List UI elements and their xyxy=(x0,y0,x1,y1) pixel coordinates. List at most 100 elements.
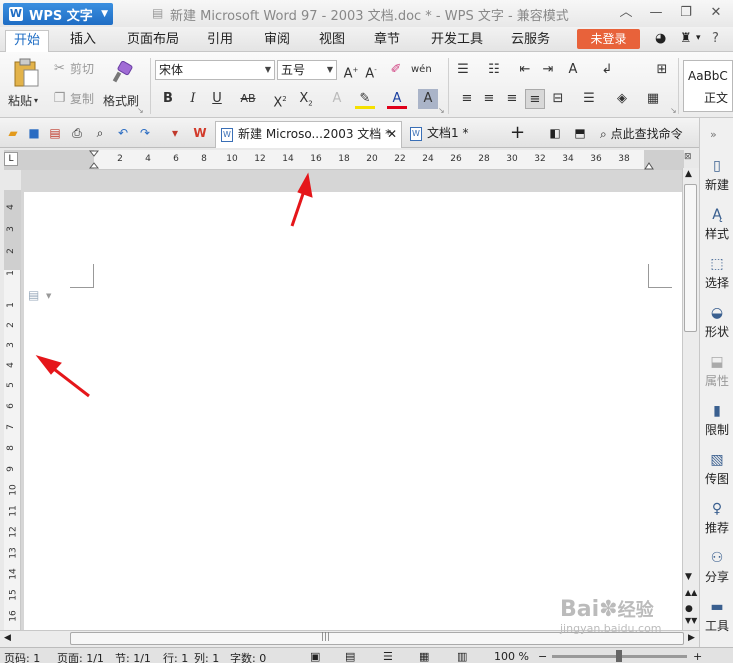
print-icon[interactable]: ⎙ xyxy=(70,126,84,140)
tab-insert[interactable]: 插入 xyxy=(62,30,104,52)
distributed-icon[interactable]: ⊟ xyxy=(548,89,568,109)
char-shading-icon[interactable]: A xyxy=(418,89,438,109)
style-gallery[interactable]: AaBbC 正文 xyxy=(683,60,733,112)
outline-view-icon[interactable]: ☰ xyxy=(383,650,393,663)
document-page[interactable]: ▤ ▼ xyxy=(24,192,682,630)
fullscreen-icon[interactable]: ⬒ xyxy=(573,126,587,140)
collapse-pane-icon[interactable]: » xyxy=(710,128,717,141)
wps-home-icon[interactable]: W xyxy=(193,126,207,140)
task-pane-item-6[interactable]: ▧ 传图 xyxy=(700,452,733,487)
increase-indent-icon[interactable]: ⇥ xyxy=(538,60,558,80)
right-indent-marker[interactable] xyxy=(644,160,654,170)
border-icon[interactable]: ▦ xyxy=(643,89,663,109)
task-pane-item-4[interactable]: ⬓ 属性 xyxy=(700,354,733,389)
tab-home[interactable]: 开始 xyxy=(5,30,50,52)
undo-icon[interactable]: ↶ xyxy=(116,126,130,140)
minimize-button[interactable]: — xyxy=(646,4,666,22)
underline-icon[interactable]: U xyxy=(207,89,227,109)
font-name-select[interactable]: 宋体 ▼ xyxy=(155,60,275,80)
split-view-icon[interactable]: ⊠ xyxy=(684,152,692,162)
paste-icon[interactable] xyxy=(8,56,44,90)
tshirt-icon[interactable]: ♜ xyxy=(680,31,692,46)
redo-icon[interactable]: ↷ xyxy=(138,126,152,140)
tab-review[interactable]: 审阅 xyxy=(256,30,298,52)
web-view-icon[interactable]: ▦ xyxy=(419,650,429,663)
tab-developer[interactable]: 开发工具 xyxy=(423,30,491,52)
text-effect-icon[interactable]: A xyxy=(327,89,347,109)
reading-view-icon[interactable]: ▥ xyxy=(457,650,467,663)
tab-references[interactable]: 引用 xyxy=(199,30,241,52)
dialog-launcher-icon[interactable]: ↘ xyxy=(438,106,445,115)
chinese-layout-icon[interactable]: A xyxy=(563,60,583,80)
tab-stop-selector[interactable]: L xyxy=(4,152,18,166)
task-pane-item-2[interactable]: ⬚ 选择 xyxy=(700,256,733,291)
highlight-icon[interactable]: ✎ xyxy=(355,89,375,109)
doc-tab[interactable]: W 文档1 * xyxy=(405,121,503,148)
superscript-icon[interactable]: X2 xyxy=(270,89,290,110)
tab-section[interactable]: 章节 xyxy=(366,30,408,52)
zoom-out-icon[interactable]: − xyxy=(538,650,547,663)
zoom-level[interactable]: 100 % xyxy=(494,650,529,663)
horizontal-ruler[interactable]: 42246810121416182022242628303234363840 xyxy=(4,150,684,170)
maximize-button[interactable]: ❐ xyxy=(676,4,696,22)
task-pane-item-7[interactable]: ♀ 推荐 xyxy=(700,501,733,536)
full-screen-view-icon[interactable]: ▣ xyxy=(310,650,320,663)
tab-cloud[interactable]: 云服务 xyxy=(503,30,558,52)
italic-icon[interactable]: I xyxy=(183,89,203,109)
font-size-select[interactable]: 五号 ▼ xyxy=(277,60,337,80)
task-pane-item-0[interactable]: ▯ 新建 xyxy=(700,158,733,193)
task-pane-item-1[interactable]: Ą 样式 xyxy=(700,207,733,242)
scroll-down-icon[interactable]: ▼ xyxy=(685,572,692,582)
tab-view[interactable]: 视图 xyxy=(311,30,353,52)
zoom-in-icon[interactable]: + xyxy=(693,650,702,663)
bold-icon[interactable]: B xyxy=(158,89,178,109)
table-icon[interactable]: ⊞ xyxy=(652,60,672,80)
format-painter-icon[interactable] xyxy=(108,58,136,86)
save-icon[interactable]: ■ xyxy=(27,126,41,140)
strikethrough-icon[interactable]: AB xyxy=(238,89,258,109)
font-color-icon[interactable]: A xyxy=(387,89,407,109)
subscript-icon[interactable]: X2 xyxy=(296,89,316,109)
doc-tab-active[interactable]: W 新建 Microso...2003 文档 * ✕ xyxy=(215,121,402,148)
search-command[interactable]: ⌕ 点此查找命令 xyxy=(600,125,683,142)
copy-button[interactable]: ❐ 复制 xyxy=(52,90,94,107)
grow-font-icon[interactable]: A+ xyxy=(341,60,361,81)
close-button[interactable]: ✕ xyxy=(706,4,726,22)
status-words[interactable]: 字数: 0 xyxy=(230,650,266,663)
shrink-font-icon[interactable]: A- xyxy=(361,60,381,81)
new-tab-icon[interactable]: + xyxy=(510,123,525,143)
dialog-launcher-icon[interactable]: ↘ xyxy=(670,106,677,115)
paste-button[interactable]: 粘贴 ▾ xyxy=(8,92,38,109)
tab-page-layout[interactable]: 页面布局 xyxy=(119,30,187,52)
vertical-ruler[interactable]: 4 3 2 1 1 2 3 4 5 6 7 8 9 10 11 12 13 14 15 16 xyxy=(4,190,21,630)
close-icon[interactable]: ✕ xyxy=(387,122,397,147)
format-painter-button[interactable]: 格式刷 xyxy=(103,92,139,109)
shading-icon[interactable]: ◈ xyxy=(612,89,632,109)
export-pdf-icon[interactable]: ▤ xyxy=(48,126,62,140)
clear-format-icon[interactable]: ✐ xyxy=(386,60,406,80)
app-menu-button[interactable]: W WPS 文字 ▼ xyxy=(3,3,113,25)
decrease-indent-icon[interactable]: ⇤ xyxy=(515,60,535,80)
scroll-left-icon[interactable]: ◀ xyxy=(4,633,11,643)
paragraph-layout-icon[interactable]: ▤ xyxy=(28,288,39,302)
scroll-up-icon[interactable]: ▲ xyxy=(685,169,692,179)
page-view-icon[interactable]: ▤ xyxy=(345,650,355,663)
skin-icon[interactable]: ◕ xyxy=(655,31,666,46)
open-folder-icon[interactable]: ▰ xyxy=(6,126,20,140)
vertical-scroll-thumb[interactable] xyxy=(684,184,697,332)
customize-toolbar-icon[interactable]: ▾ xyxy=(168,126,182,140)
task-pane-item-8[interactable]: ⚇ 分享 xyxy=(700,550,733,585)
chevron-down-icon[interactable]: ▾ xyxy=(696,33,701,43)
line-spacing-icon[interactable]: ☰ xyxy=(579,89,599,109)
numbered-list-icon[interactable]: ☷ xyxy=(484,60,504,80)
align-center-icon[interactable]: ≡ xyxy=(479,89,499,109)
align-left-icon[interactable]: ≡ xyxy=(457,89,477,109)
cut-button[interactable]: ✂ 剪切 xyxy=(52,60,94,77)
dialog-launcher-icon[interactable]: ↘ xyxy=(137,106,144,115)
align-right-icon[interactable]: ≡ xyxy=(502,89,522,109)
task-pane-item-5[interactable]: ▮ 限制 xyxy=(700,403,733,438)
help-icon[interactable]: ? xyxy=(712,31,719,46)
login-button[interactable]: 未登录 xyxy=(577,29,640,49)
justify-icon[interactable]: ≡ xyxy=(525,89,545,109)
bullet-list-icon[interactable]: ☰ xyxy=(453,60,473,80)
